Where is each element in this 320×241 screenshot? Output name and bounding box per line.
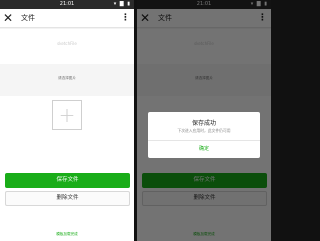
editor-content: sketchFile 请选择图片 + 保存文件 删除文件 模板加载完成 xyxy=(0,29,134,241)
page-title: 文件 xyxy=(21,14,35,22)
dialog-confirm-button[interactable]: 确定 xyxy=(148,141,260,158)
save-success-dialog: 保存成功 下次进入应用时，此文件仍可用 确定 xyxy=(148,112,260,158)
watermark-text: sketchFile xyxy=(57,41,77,46)
status-bar: 21:01 ▾ ▇ ▮ xyxy=(0,0,134,9)
signal-battery-icons: ▾ ▇ ▮ xyxy=(113,1,131,7)
delete-file-button[interactable]: 删除文件 xyxy=(5,191,130,206)
dialog-title: 保存成功 xyxy=(191,120,216,127)
phone-screen-before-save: 21:01 ▾ ▇ ▮ ✕ 文件 ⋮ sketchFile 请选择图片 + 保存… xyxy=(0,0,134,241)
save-file-button[interactable]: 保存文件 xyxy=(5,173,130,188)
close-icon[interactable]: ✕ xyxy=(3,10,13,26)
select-image-hint: 请选择图片 xyxy=(58,76,76,80)
template-loaded-text: 模板加载完成 xyxy=(56,232,78,236)
phone-screen-after-save: 21:01 ▾ ▇ ▮ ✕ 文件 ⋮ sketchFile 请选择图片 保存文件… xyxy=(137,0,271,241)
plus-icon: + xyxy=(58,103,76,127)
add-image-button[interactable]: + xyxy=(52,100,82,130)
screenshot-stage: 21:01 ▾ ▇ ▮ ✕ 文件 ⋮ sketchFile 请选择图片 + 保存… xyxy=(0,0,271,241)
more-menu-icon[interactable]: ⋮ xyxy=(121,9,130,28)
app-bar: ✕ 文件 ⋮ xyxy=(0,9,134,28)
dialog-message: 下次进入应用时，此文件仍可用 xyxy=(177,128,231,133)
